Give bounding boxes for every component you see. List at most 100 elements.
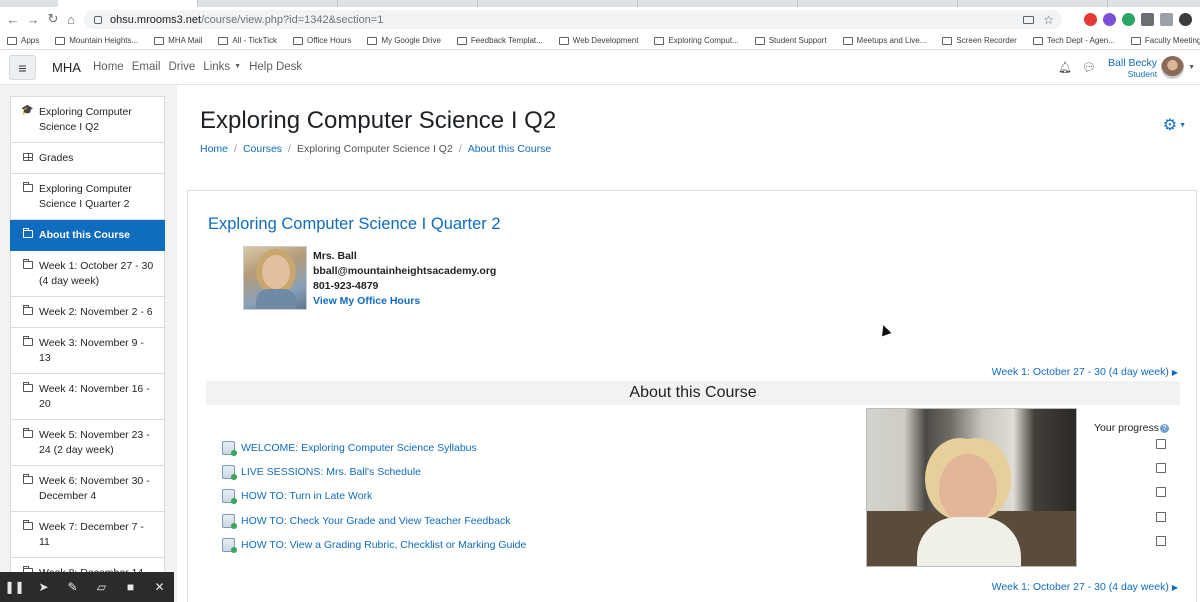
webcam-person [939,454,997,524]
help-icon[interactable]: ? [1159,423,1169,433]
bookmark-label: Meetups and Live... [856,36,927,45]
site-brand[interactable]: MHA [52,60,81,75]
completion-checkbox[interactable] [1156,463,1166,474]
activity-item[interactable]: WELCOME: Exploring Computer Science Syll… [222,436,862,460]
recorder-toolbar: ❚❚ ➤ ✎ ▱ ■ ✕ [0,572,174,602]
browser-tab[interactable] [478,0,638,7]
course-name-link[interactable]: Exploring Computer Science I Quarter 2 [208,215,501,234]
sidebar-item-label: Week 7: December 7 - 11 [39,521,144,548]
nav-link-drive[interactable]: Drive [168,61,195,73]
activity-item[interactable]: HOW TO: Check Your Grade and View Teache… [222,509,862,533]
chevron-down-icon[interactable]: ▼ [1188,64,1195,71]
bookmark-label: My Google Drive [381,36,441,45]
pointer-icon[interactable]: ➤ [29,572,58,602]
browser-tab[interactable] [198,0,338,7]
bookmark-item[interactable]: Feedback Templat... [456,36,543,45]
completion-checkbox[interactable] [1156,487,1166,498]
sidebar-item-week-7[interactable]: Week 7: December 7 - 11 [10,512,165,558]
bookmark-label: Office Hours [307,36,352,45]
user-menu[interactable]: 🔔︎ 💬︎ Ball Becky Student ▼ [1058,50,1200,85]
office-hours-link[interactable]: View My Office Hours [313,294,496,309]
sidebar-item-course-home[interactable]: Exploring Computer Science I Q2 [10,96,165,143]
extension-icon[interactable] [1122,13,1135,26]
bookmark-item[interactable]: All - TickTick [218,36,277,45]
sidebar-item-week-6[interactable]: Week 6: November 30 - December 4 [10,466,165,512]
sidebar-item-week-5[interactable]: Week 5: November 23 - 24 (2 day week) [10,420,165,466]
bookmark-folder-icon [55,36,66,45]
browser-tab[interactable] [638,0,798,7]
address-bar[interactable]: ohsu.mrooms3.net/course/view.php?id=1342… [84,10,1062,29]
nav-link-links[interactable]: Links ▼ [203,61,241,73]
next-section-link-bottom[interactable]: Week 1: October 27 - 30 (4 day week) ▶ [992,581,1178,593]
close-icon[interactable]: ✕ [145,572,174,602]
sidebar-item-quarter-2[interactable]: Exploring Computer Science I Quarter 2 [10,174,165,220]
sidebar-item-grades[interactable]: Grades [10,143,165,174]
camera-icon[interactable]: ■ [116,572,145,602]
bookmark-folder-icon [842,36,853,45]
browser-tab[interactable] [798,0,958,7]
mouse-cursor-icon [878,323,892,337]
bookmark-item[interactable]: Apps [7,36,39,45]
nav-link-email[interactable]: Email [132,61,161,73]
completion-checkbox[interactable] [1156,511,1166,522]
bookmark-label: Student Support [768,36,827,45]
profile-icon[interactable] [1179,13,1192,26]
reload-icon[interactable]: ↻ [44,10,62,28]
breadcrumb-home[interactable]: Home [200,143,228,155]
bookmark-item[interactable]: Student Support [754,36,827,45]
user-info[interactable]: Ball Becky Student [1108,57,1157,79]
activity-label: HOW TO: Check Your Grade and View Teache… [241,514,511,527]
bookmark-item[interactable]: Faculty Meeting A... [1130,36,1200,45]
browser-tab[interactable] [958,0,1108,7]
bookmark-item[interactable]: Web Development [558,36,638,45]
bookmark-folder-icon [456,36,467,45]
next-section-label: Week 1: October 27 - 30 (4 day week) [991,366,1169,378]
completion-checkbox[interactable] [1156,535,1166,546]
completion-checkbox[interactable] [1156,439,1166,449]
browser-tab-active[interactable] [58,0,198,7]
sidebar-item-week-1[interactable]: Week 1: October 27 - 30 (4 day week) [10,251,165,297]
avatar[interactable] [1161,56,1185,79]
bookmark-item[interactable]: Meetups and Live... [842,36,927,45]
pause-icon[interactable]: ❚❚ [0,572,29,602]
bookmark-item[interactable]: Screen Recorder [942,36,1017,45]
nav-link-help-desk[interactable]: Help Desk [249,61,302,73]
sidebar-item-about-this-course[interactable]: About this Course [10,220,165,251]
sidebar-item-week-2[interactable]: Week 2: November 2 - 6 [10,297,165,328]
bookmark-item[interactable]: MHA Mail [154,36,202,45]
menu-toggle-icon[interactable]: ≡ [9,55,36,80]
activity-item[interactable]: LIVE SESSIONS: Mrs. Ball's Schedule [222,460,862,484]
bookmark-label: MHA Mail [168,36,203,45]
folder-icon [23,336,33,346]
reading-list-icon[interactable] [1160,13,1173,26]
bookmark-item[interactable]: Mountain Heights... [55,36,138,45]
extension-icon[interactable] [1084,13,1097,26]
browser-tab[interactable] [338,0,478,7]
bookmark-item[interactable]: My Google Drive [367,36,441,45]
back-icon[interactable]: ← [4,10,22,28]
sidebar-item-week-4[interactable]: Week 4: November 16 - 20 [10,374,165,420]
activity-item[interactable]: HOW TO: Turn in Late Work [222,484,862,508]
bookmark-item[interactable]: Office Hours [293,36,351,45]
chat-icon[interactable]: 💬︎ [1082,61,1096,74]
gear-icon[interactable]: ⚙ ▼ [1163,115,1186,135]
pen-icon[interactable]: ✎ [58,572,87,602]
highlighter-icon[interactable]: ▱ [87,572,116,602]
bookmark-item[interactable]: Tech Dept - Agen... [1032,36,1115,45]
bookmarks-bar: Apps Mountain Heights... MHA Mail All - Tic… [0,32,1200,50]
breadcrumb-section[interactable]: About this Course [468,143,551,155]
puzzle-icon[interactable] [1141,13,1154,26]
nav-link-home[interactable]: Home [93,61,124,73]
bookmark-item[interactable]: Exploring Comput... [654,36,739,45]
sidebar-item-week-3[interactable]: Week 3: November 9 - 13 [10,328,165,374]
breadcrumb-courses[interactable]: Courses [243,143,282,155]
next-section-link[interactable]: Week 1: October 27 - 30 (4 day week) ▶ [992,366,1178,378]
extension-icon[interactable] [1103,13,1116,26]
forward-icon[interactable]: → [24,10,42,28]
bell-icon[interactable]: 🔔︎ [1058,61,1072,74]
bookmark-folder-icon [558,36,569,45]
home-icon[interactable]: ⌂ [62,10,80,28]
cast-icon[interactable] [1023,15,1034,24]
bookmark-star-icon[interactable]: ☆ [1043,13,1054,27]
activity-item[interactable]: HOW TO: View a Grading Rubric, Checklist… [222,533,862,557]
